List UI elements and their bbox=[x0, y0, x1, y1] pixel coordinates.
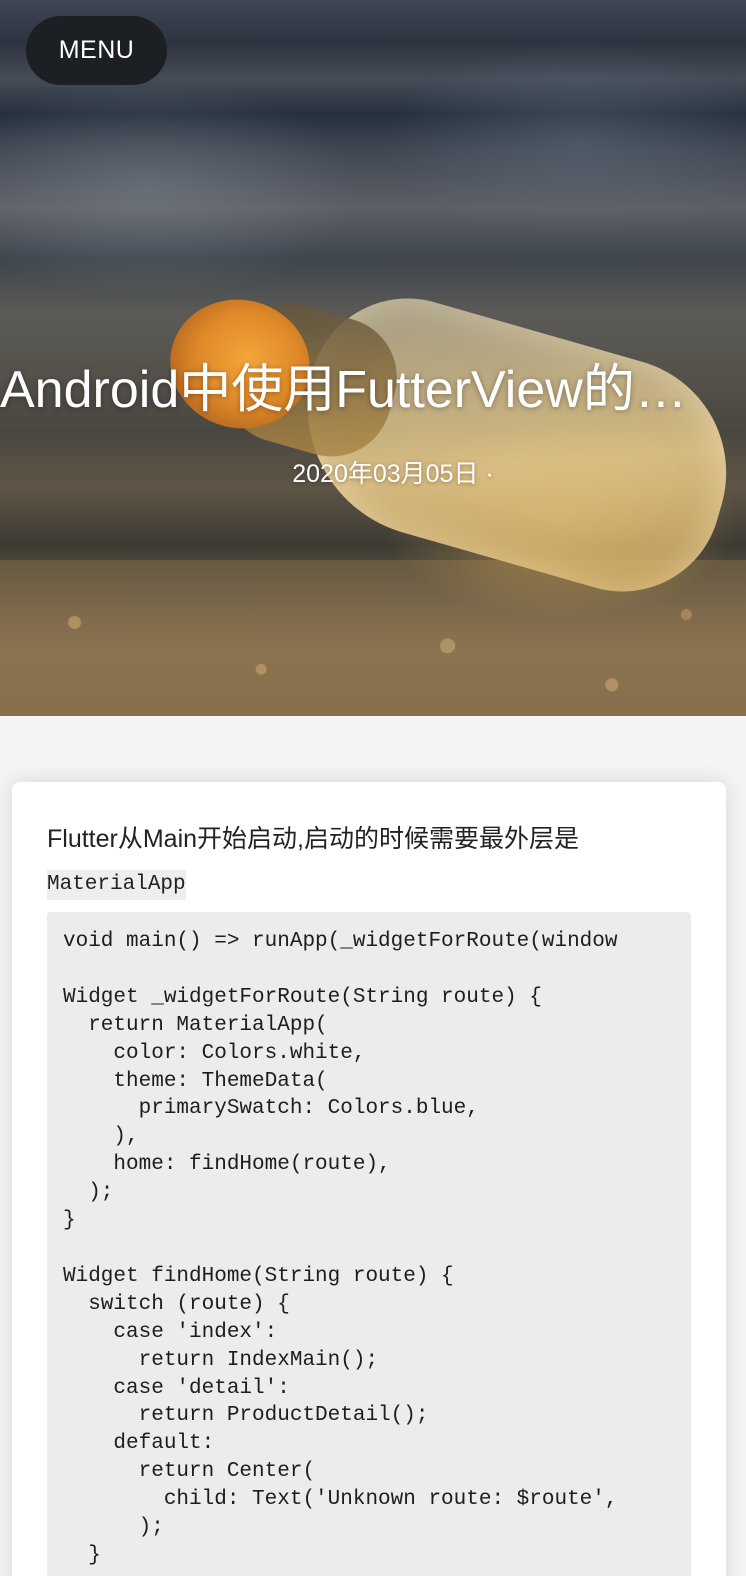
hero-banner: MENU Android中使用FutterView的… 2020年03月05日 … bbox=[0, 0, 746, 716]
code-line: Widget findHome(String route) { bbox=[63, 1264, 454, 1288]
code-line: primarySwatch: Colors.blue, bbox=[63, 1097, 479, 1121]
code-line: } bbox=[63, 1209, 76, 1233]
page: MENU Android中使用FutterView的… 2020年03月05日 … bbox=[0, 0, 746, 1576]
code-line: color: Colors.white, bbox=[63, 1041, 366, 1065]
hero-background-water-right bbox=[380, 40, 746, 240]
code-block: void main() => runApp(_widgetForRoute(wi… bbox=[47, 912, 691, 1576]
code-line: ); bbox=[63, 1516, 164, 1540]
code-line: ), bbox=[63, 1125, 139, 1149]
code-line: return IndexMain(); bbox=[63, 1348, 379, 1372]
article-intro: Flutter从Main开始启动,启动的时候需要最外层是 MaterialApp bbox=[47, 818, 697, 902]
code-line: switch (route) { bbox=[63, 1292, 290, 1316]
code-line: home: findHome(route), bbox=[63, 1153, 391, 1177]
article-card: Flutter从Main开始启动,启动的时候需要最外层是 MaterialApp… bbox=[12, 782, 726, 1576]
code-line: child: Text('Unknown route: $route', bbox=[63, 1488, 618, 1512]
post-title: Android中使用FutterView的… bbox=[0, 361, 687, 419]
post-date: 2020年03月05日 · bbox=[292, 460, 494, 488]
code-line: return Center( bbox=[63, 1460, 316, 1484]
code-line: case 'index': bbox=[63, 1320, 278, 1344]
code-line: Widget _widgetForRoute(String route) { bbox=[63, 985, 542, 1009]
code-line: ); bbox=[63, 1181, 114, 1205]
hero-background-water bbox=[0, 80, 360, 300]
code-line: theme: ThemeData( bbox=[63, 1069, 328, 1093]
menu-button[interactable]: MENU bbox=[26, 16, 167, 85]
code-line: return ProductDetail(); bbox=[63, 1404, 429, 1428]
code-line: default: bbox=[63, 1432, 215, 1456]
code-line: return MaterialApp( bbox=[63, 1013, 328, 1037]
code-line: } bbox=[63, 1543, 101, 1567]
code-line: void main() => runApp(_widgetForRoute(wi… bbox=[63, 930, 618, 953]
inline-code-materialapp: MaterialApp bbox=[47, 870, 186, 900]
code-block-content: void main() => runApp(_widgetForRoute(wi… bbox=[47, 912, 691, 1570]
code-line: case 'detail': bbox=[63, 1376, 290, 1400]
article-intro-text: Flutter从Main开始启动,启动的时候需要最外层是 bbox=[47, 825, 579, 853]
